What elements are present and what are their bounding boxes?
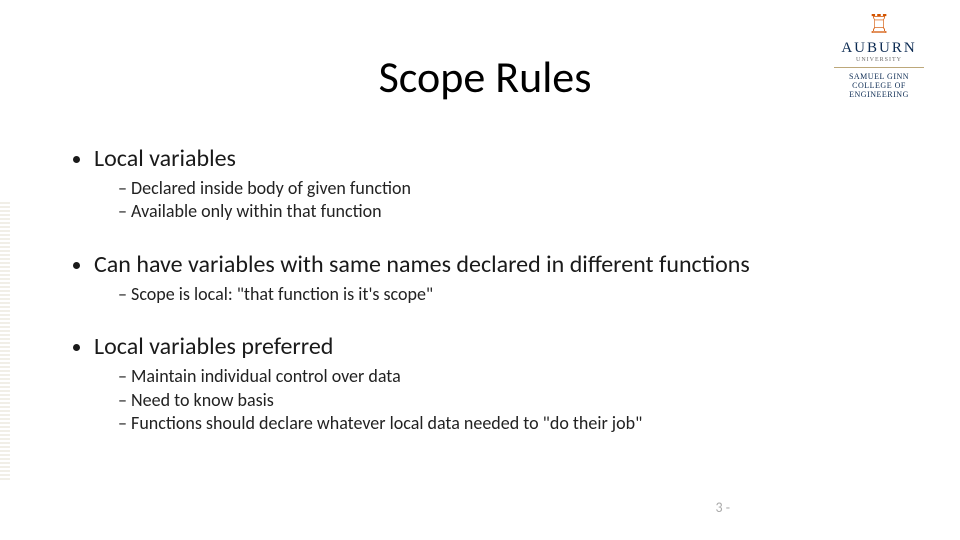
- bullet-3-sub-3: Functions should declare whatever local …: [118, 412, 900, 435]
- bullet-1-sub-1: Declared inside body of given function: [118, 177, 900, 200]
- bullet-3: Local variables preferred Maintain indiv…: [94, 332, 900, 435]
- bullet-1: Local variables Declared inside body of …: [94, 144, 900, 224]
- bullet-3-sublist: Maintain individual control over data Ne…: [94, 365, 900, 435]
- bullet-list: Local variables Declared inside body of …: [70, 144, 900, 435]
- slide-title: Scope Rules: [70, 50, 900, 104]
- bullet-1-sublist: Declared inside body of given function A…: [94, 177, 900, 224]
- bullet-2: Can have variables with same names decla…: [94, 250, 900, 306]
- bullet-3-sub-2: Need to know basis: [118, 389, 900, 412]
- bullet-1-text: Local variables: [94, 144, 236, 173]
- slide-content: Scope Rules Local variables Declared ins…: [0, 0, 960, 540]
- page-number: 3 -: [715, 499, 730, 516]
- bullet-2-sub-1: Scope is local: "that function is it's s…: [118, 283, 900, 306]
- bullet-3-sub-1: Maintain individual control over data: [118, 365, 900, 388]
- bullet-2-text: Can have variables with same names decla…: [94, 250, 750, 279]
- bullet-3-text: Local variables preferred: [94, 332, 333, 361]
- bullet-1-sub-2: Available only within that function: [118, 200, 900, 223]
- bullet-2-sublist: Scope is local: "that function is it's s…: [94, 283, 900, 306]
